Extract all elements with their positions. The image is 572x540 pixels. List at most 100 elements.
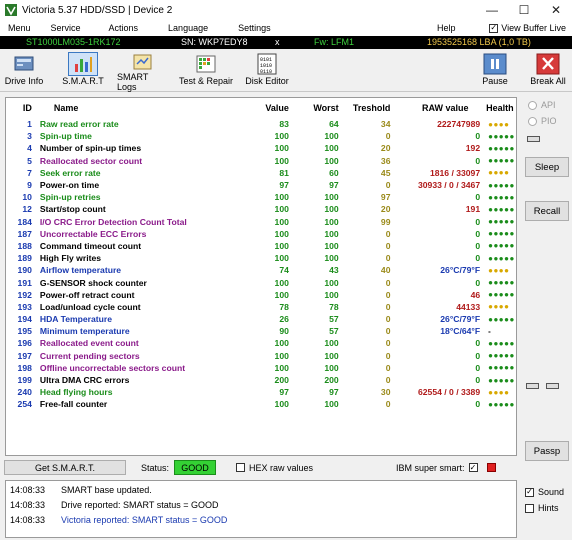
table-row[interactable]: 188 Command timeout count 100 100 0 0 ●●●●●	[6, 240, 516, 252]
table-row[interactable]: 198 Offline uncorrectable sectors count 10…	[6, 362, 516, 374]
table-row[interactable]: 12 Start/stop count 100 100 20 191 ●●●●●	[6, 203, 516, 215]
recall-button[interactable]: Recall	[525, 201, 569, 221]
row-id: 192	[17, 289, 32, 300]
smart-chart-icon	[68, 52, 98, 76]
table-row[interactable]: 193 Load/unload cycle count 78 78 0 44133 ●●●●	[6, 301, 516, 313]
table-row[interactable]: 4 Number of spin-up times 100 100 20 192 ●●●●●	[6, 142, 516, 154]
row-treshold: 0	[385, 375, 391, 386]
row-treshold: 36	[380, 155, 391, 166]
table-row[interactable]: 5 Reallocated sector count 100 100 36 0 ●●●●●	[6, 155, 516, 167]
menu-item-language[interactable]: Language	[146, 23, 216, 33]
row-treshold: 0	[385, 301, 391, 312]
row-treshold: 45	[380, 167, 391, 178]
maximize-button[interactable]: ☐	[508, 0, 540, 20]
disk-editor-button[interactable]: 0101 1010 0110 Disk Editor	[244, 52, 290, 91]
row-treshold: 0	[385, 338, 391, 349]
header-value[interactable]: Value	[233, 103, 289, 113]
drive-info-icon	[9, 52, 39, 76]
row-attribute-name: G-SENSOR shock counter	[39, 277, 147, 288]
table-row[interactable]: 3 Spin-up time 100 100 0 0 ●●●●●	[6, 130, 516, 142]
menu-item-settings[interactable]: Settings	[216, 23, 279, 33]
sleep-button[interactable]: Sleep	[525, 157, 569, 177]
row-raw-value: 0	[475, 216, 481, 227]
menu-item-actions[interactable]: Actions	[89, 23, 147, 33]
header-id[interactable]: ID	[6, 103, 36, 113]
ibm-super-smart-toggle[interactable]: IBM super smart: ✓	[396, 460, 478, 475]
row-worst: 43	[329, 265, 339, 276]
row-attribute-name: Seek error rate	[39, 167, 101, 178]
table-row[interactable]: 187 Uncorrectable ECC Errors 100 100 0 0 ●●●●●	[6, 228, 516, 240]
table-row[interactable]: 191 G-SENSOR shock counter 100 100 0 0 ●●●●●	[6, 276, 516, 288]
table-row[interactable]: 197 Current pending sectors 100 100 0 0 ●●●●●	[6, 350, 516, 362]
menu-item-menu[interactable]: Menu	[0, 23, 39, 33]
passp-button[interactable]: Passp	[525, 441, 569, 461]
view-buffer-checkbox[interactable]: ✓	[489, 23, 499, 33]
smart-button[interactable]: S.M.A.R.T	[61, 52, 105, 91]
row-treshold: 0	[385, 131, 391, 142]
row-raw-value: 0	[475, 192, 481, 203]
smart-logs-button[interactable]: SMART Logs	[117, 52, 169, 92]
menu-item-service[interactable]: Service	[39, 23, 89, 33]
row-raw-value: 0	[475, 131, 481, 142]
row-raw-value: 1816 / 33097	[429, 167, 481, 178]
header-name[interactable]: Name	[36, 103, 233, 113]
menu-bar: Menu Service Actions Language Settings H…	[0, 20, 572, 36]
table-row[interactable]: 190 Airflow temperature 74 43 40 26°C/79°F ●●●…	[6, 264, 516, 276]
pause-icon	[480, 52, 510, 76]
row-value: 100	[274, 204, 289, 215]
minimize-button[interactable]: —	[476, 0, 508, 20]
api-radio[interactable]: API	[528, 100, 556, 110]
hex-raw-toggle[interactable]: HEX raw values	[236, 460, 313, 475]
sound-toggle[interactable]: ✓ Sound	[525, 487, 564, 497]
drive-close-x[interactable]: x	[275, 37, 280, 47]
table-row[interactable]: 194 HDA Temperature 26 57 0 26°C/79°F ●●●●●	[6, 313, 516, 325]
sound-checkbox[interactable]: ✓	[525, 487, 534, 497]
table-row[interactable]: 196 Reallocated event count 100 100 0 0 ●●●●●	[6, 337, 516, 349]
table-row[interactable]: 1 Raw read error rate 83 64 34 222747989 ●●●●	[6, 118, 516, 130]
row-worst: 200	[324, 375, 339, 386]
table-row[interactable]: 189 High Fly writes 100 100 0 0 ●●●●●	[6, 252, 516, 264]
pio-radio[interactable]: PIO	[528, 116, 557, 126]
table-row[interactable]: 192 Power-off retract count 100 100 0 46 ●●●●●	[6, 289, 516, 301]
row-raw-value: 0	[475, 277, 481, 288]
table-row[interactable]: 10 Spin-up retries 100 100 97 0 ●●●●●	[6, 191, 516, 203]
table-row[interactable]: 199 Ultra DMA CRC errors 200 200 0 0 ●●●●●	[6, 374, 516, 386]
row-health: ●●●●●	[488, 180, 515, 190]
drive-info-button[interactable]: Drive Info	[4, 52, 44, 91]
table-row[interactable]: 9 Power-on time 97 97 0 30933 / 0 / 3467 ●●●●●	[6, 179, 516, 191]
disk-editor-label: Disk Editor	[245, 76, 289, 86]
close-button[interactable]: ✕	[540, 0, 572, 20]
table-row[interactable]: 240 Head flying hours 97 97 30 62554 / 0 / 33…	[6, 386, 516, 398]
pause-button[interactable]: Pause	[478, 52, 512, 91]
hex-raw-checkbox[interactable]	[236, 463, 245, 472]
break-all-button[interactable]: Break All	[528, 52, 568, 91]
table-header: ID Name Value Worst Treshold RAW value H…	[6, 98, 516, 118]
table-row[interactable]: 184 I/O CRC Error Detection Count Total 10…	[6, 216, 516, 228]
menu-item-help[interactable]: Help	[429, 23, 464, 33]
row-id: 240	[17, 387, 32, 398]
ibm-super-smart-checkbox[interactable]: ✓	[468, 463, 478, 472]
drive-serial: SN: WKP7EDY8	[181, 37, 248, 47]
table-row[interactable]: 254 Free-fall counter 100 100 0 0 ●●●●●	[6, 398, 516, 410]
header-worst[interactable]: Worst	[289, 103, 338, 113]
table-row[interactable]: 7 Seek error rate 81 60 45 1816 / 33097 ●●●●	[6, 167, 516, 179]
hints-toggle[interactable]: Hints	[525, 503, 559, 513]
header-raw-value[interactable]: RAW value	[390, 103, 480, 113]
header-health[interactable]: Health	[480, 103, 516, 113]
row-value: 100	[274, 216, 289, 227]
test-repair-button[interactable]: Test & Repair	[178, 52, 234, 91]
table-row[interactable]: 195 Minimum temperature 90 57 0 18°C/64°F -	[6, 325, 516, 337]
row-treshold: 30	[380, 387, 391, 398]
row-value: 90	[279, 326, 289, 337]
row-health: ●●●●	[488, 119, 510, 129]
hints-checkbox[interactable]	[525, 503, 534, 513]
window-title: Victoria 5.37 HDD/SSD | Device 2	[22, 4, 173, 16]
pio-radio-circle[interactable]	[528, 116, 537, 126]
api-radio-circle[interactable]	[528, 100, 537, 110]
row-health: ●●●●●	[488, 351, 515, 361]
get-smart-button[interactable]: Get S.M.A.R.T.	[4, 460, 126, 475]
row-health: ●●●●●	[488, 241, 515, 251]
header-treshold[interactable]: Treshold	[339, 103, 391, 113]
row-attribute-name: I/O CRC Error Detection Count Total	[39, 216, 187, 227]
view-buffer-live-toggle[interactable]: ✓ View Buffer Live	[489, 23, 566, 33]
